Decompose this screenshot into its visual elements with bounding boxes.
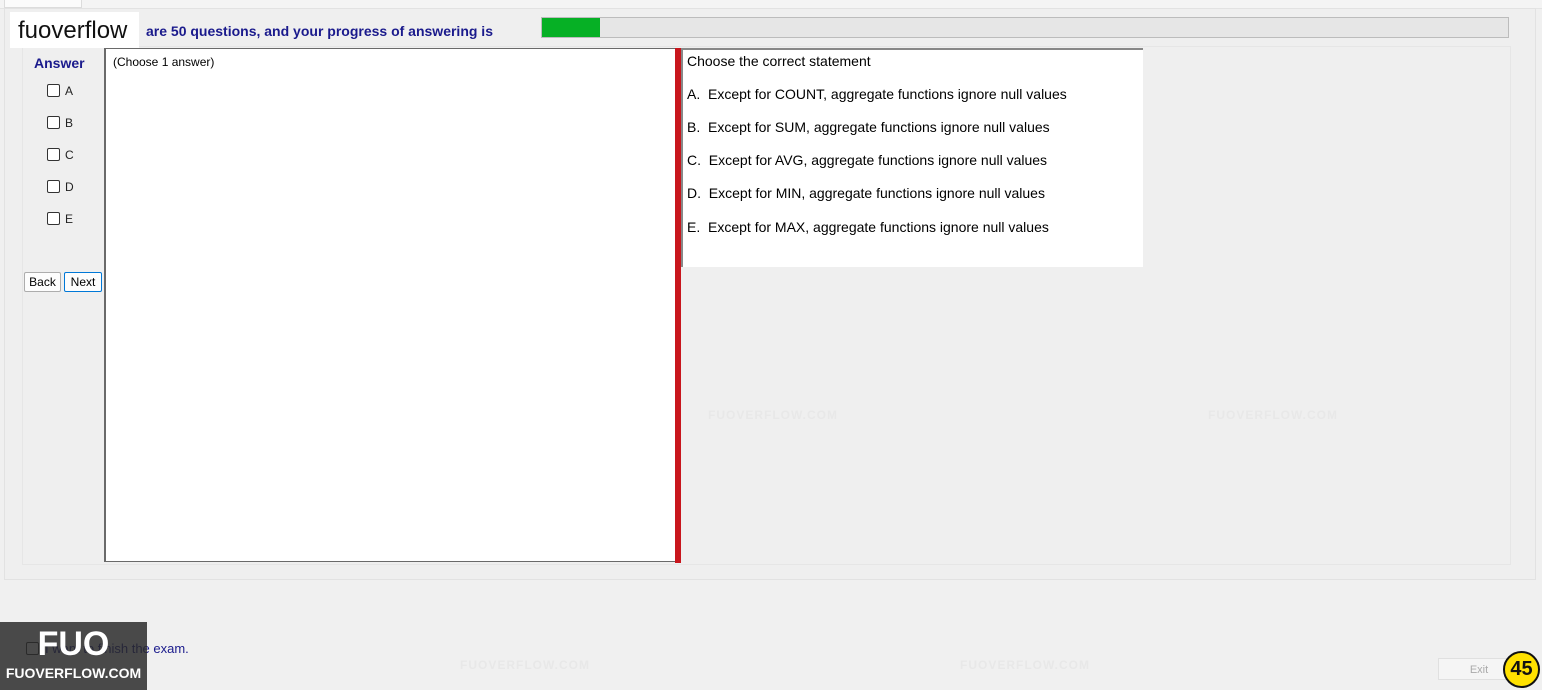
checkbox[interactable] xyxy=(47,148,60,162)
question-title: Choose the correct statement xyxy=(687,53,871,69)
question-option-b: B. Except for SUM, aggregate functions i… xyxy=(687,119,1050,135)
choose-count-label: (Choose 1 answer) xyxy=(113,55,215,69)
checkbox[interactable] xyxy=(47,116,60,130)
answer-option-b[interactable]: B xyxy=(47,115,73,130)
checkbox[interactable] xyxy=(47,84,60,98)
option-label: B xyxy=(65,115,74,130)
next-button[interactable]: Next xyxy=(64,272,102,292)
question-number-badge: 45 xyxy=(1503,651,1540,688)
option-label: A xyxy=(65,83,74,98)
progress-text: are 50 questions, and your progress of a… xyxy=(146,23,493,39)
answer-panel: (Choose 1 answer) xyxy=(104,48,676,562)
progress-fill xyxy=(542,18,600,37)
question-option-a: A. Except for COUNT, aggregate functions… xyxy=(687,86,1067,102)
question-option-e: E. Except for MAX, aggregate functions i… xyxy=(687,219,1049,235)
fuoverflow-logo: FUO FUOVERFLOW.COM xyxy=(0,622,147,690)
brand-label: fuoverflow xyxy=(10,12,140,48)
back-button[interactable]: Back xyxy=(24,272,61,292)
watermark-text: FUOVERFLOW.COM xyxy=(708,408,838,422)
answer-option-c[interactable]: C xyxy=(47,147,74,162)
watermark-text: FUOVERFLOW.COM xyxy=(460,658,590,672)
option-label: D xyxy=(65,179,74,194)
logo-small-text: FUOVERFLOW.COM xyxy=(5,665,142,681)
watermark-text: FUOVERFLOW.COM xyxy=(960,658,1090,672)
checkbox[interactable] xyxy=(47,180,60,194)
option-label: E xyxy=(65,211,74,226)
option-label: C xyxy=(65,147,74,162)
logo-big-text: FUO xyxy=(37,625,110,663)
question-option-c: C. Except for AVG, aggregate functions i… xyxy=(687,152,1048,168)
answer-option-d[interactable]: D xyxy=(47,179,74,194)
watermark-text: FUOVERFLOW.COM xyxy=(1208,408,1338,422)
answer-option-a[interactable]: A xyxy=(47,83,73,98)
answer-title: Answer xyxy=(34,55,85,71)
progress-bar xyxy=(541,17,1509,38)
question-panel: Choose the correct statement A. Except f… xyxy=(681,48,1143,267)
tab-active[interactable] xyxy=(4,0,82,8)
question-option-d: D. Except for MIN, aggregate functions i… xyxy=(687,185,1045,201)
checkbox[interactable] xyxy=(47,212,60,226)
answer-option-e[interactable]: E xyxy=(47,211,73,226)
